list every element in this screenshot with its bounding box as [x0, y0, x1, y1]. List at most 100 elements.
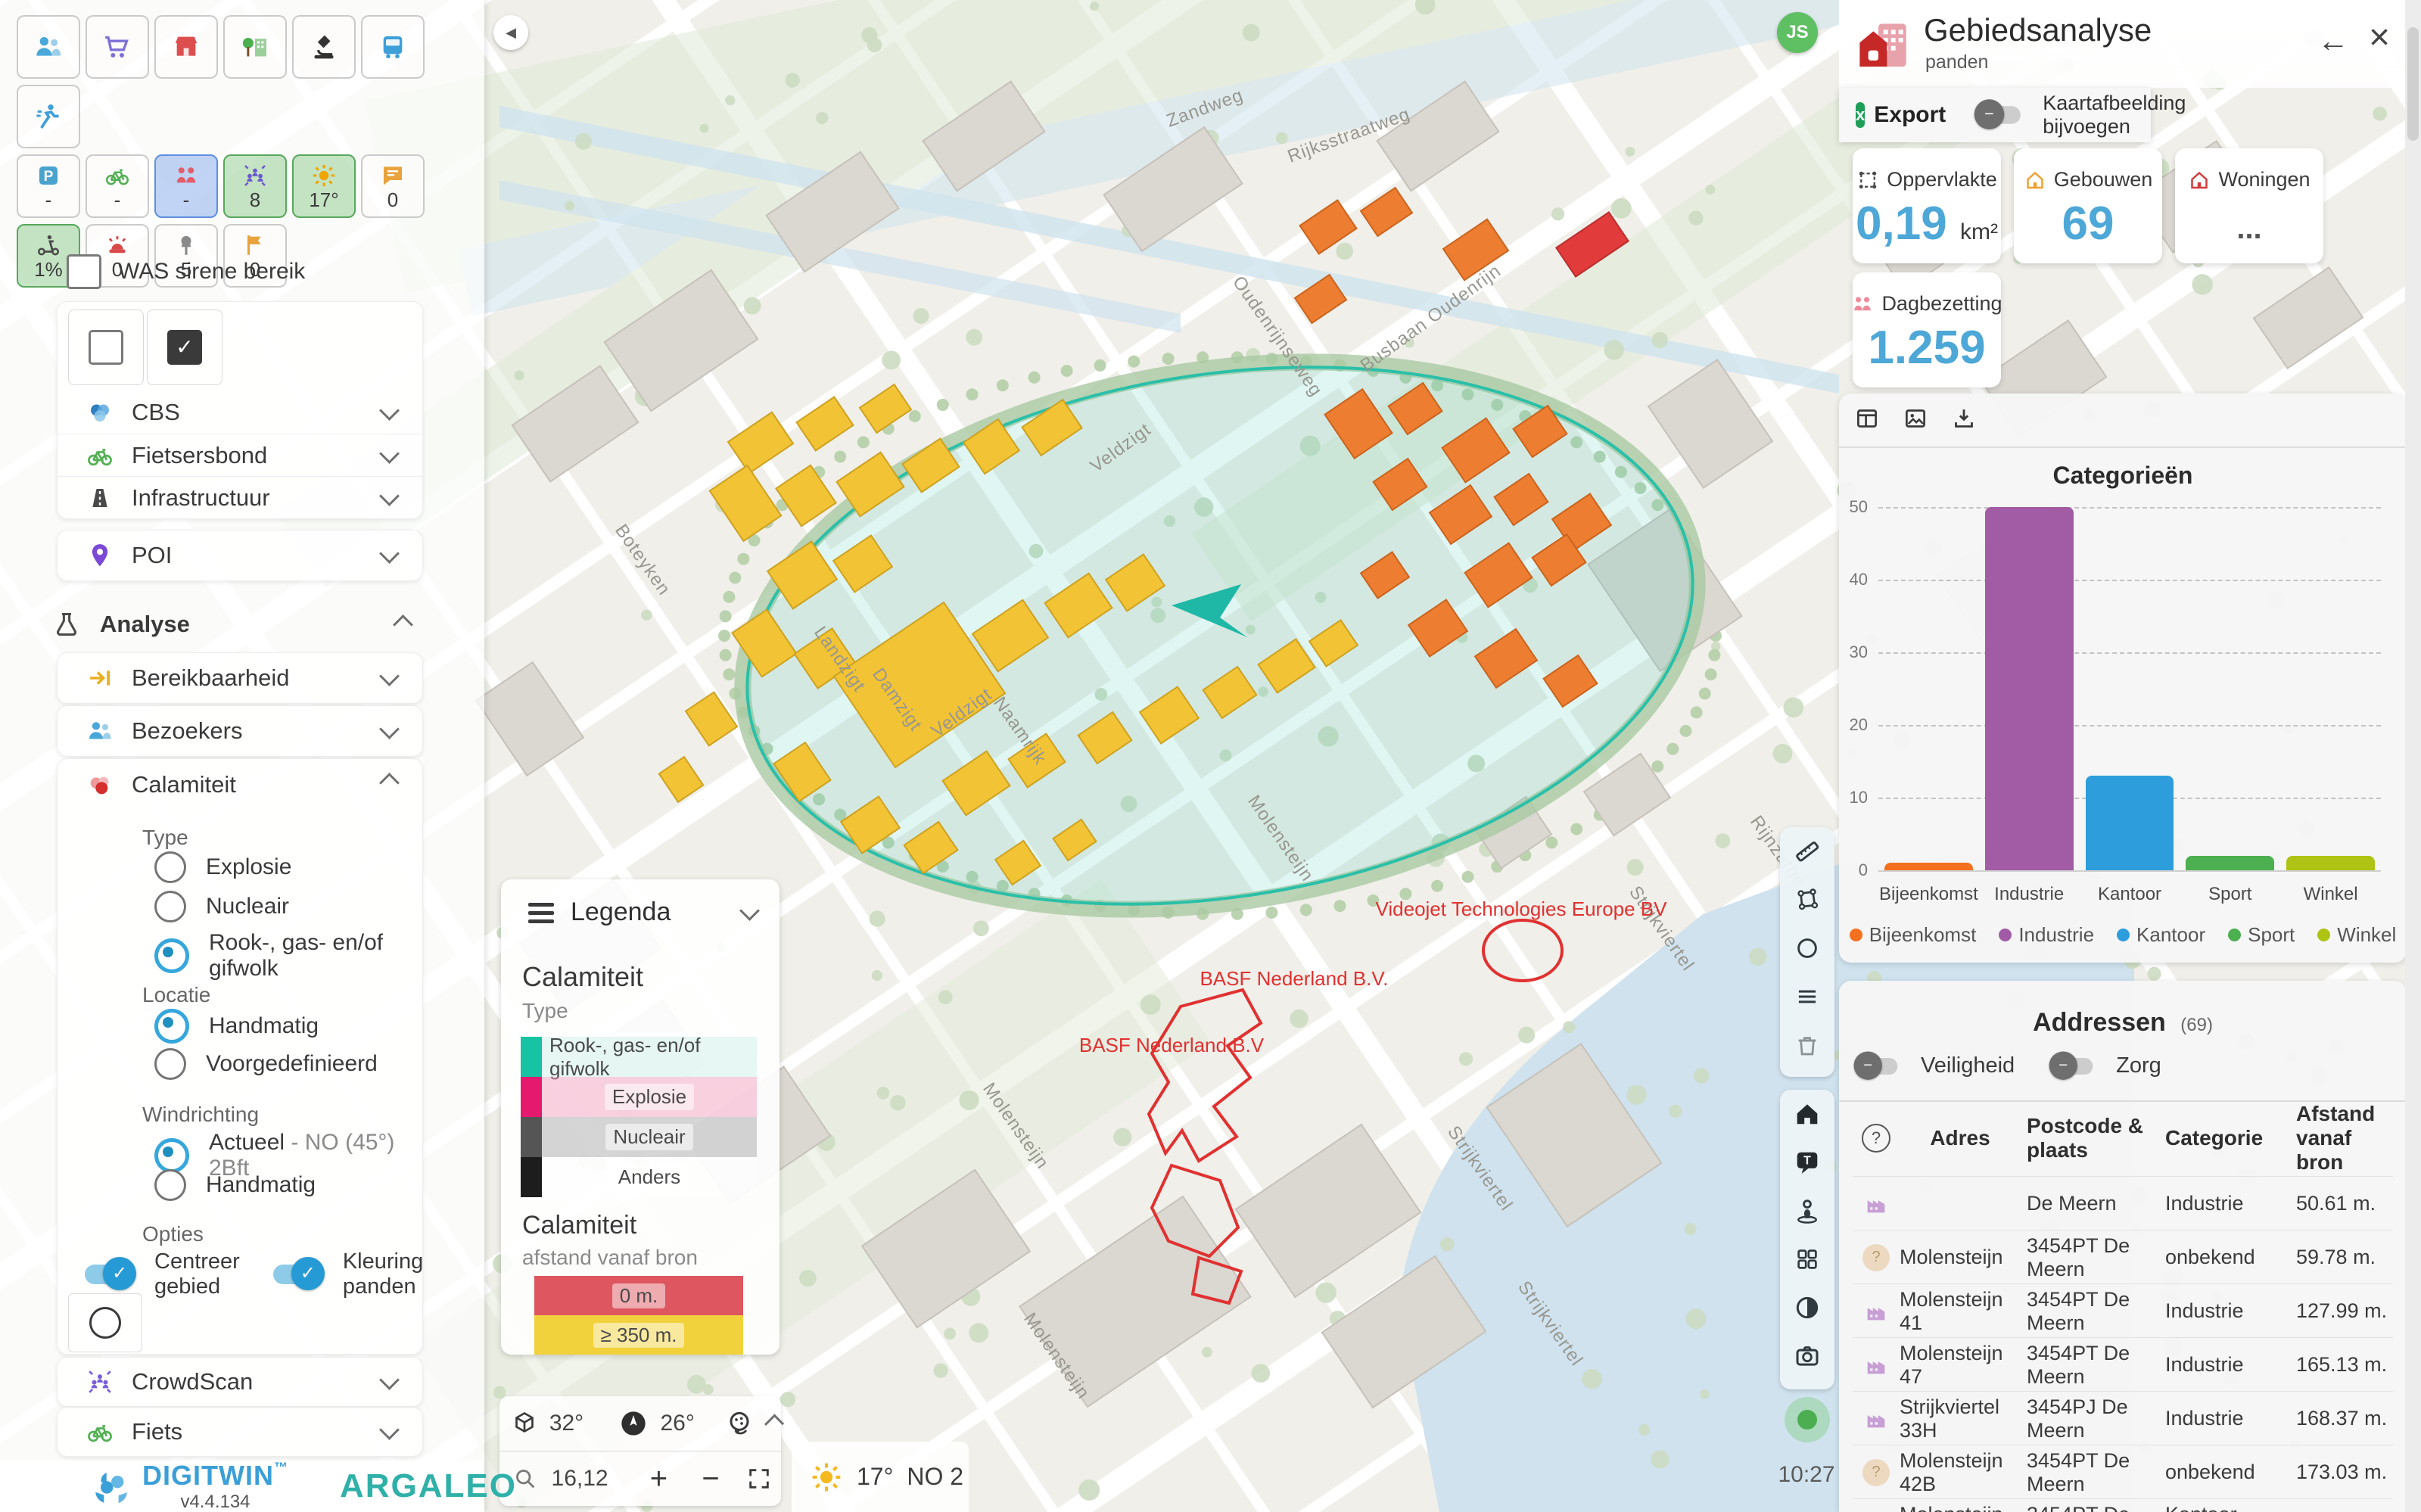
zoom-in-button[interactable]: + — [633, 1462, 685, 1496]
crowdscan-card[interactable]: CrowdScan — [57, 1357, 423, 1407]
radio-handmatig[interactable]: Handmatig — [154, 1169, 316, 1201]
radio-icon[interactable] — [154, 851, 186, 883]
extra-radio[interactable] — [89, 1307, 121, 1339]
chevron-down-icon[interactable] — [379, 543, 400, 564]
col-adres[interactable]: Adres — [1900, 1126, 2027, 1150]
polygon-select-icon[interactable] — [1780, 876, 1834, 924]
bar-industrie[interactable] — [1985, 507, 2074, 870]
weather-widget[interactable]: 17° NO 2 — [792, 1442, 969, 1512]
layer-cell-bike[interactable]: - — [86, 154, 149, 218]
chevron-down-icon[interactable] — [379, 1420, 400, 1440]
zoom-out-button[interactable]: − — [685, 1462, 737, 1496]
radio-icon[interactable] — [154, 1009, 189, 1044]
table-row[interactable]: ? Molensteijn 42B 3454PT De Meern onbeke… — [1853, 1445, 2393, 1499]
layer-cell-sun[interactable]: 17° — [292, 154, 356, 218]
legend-item-bijeenkomst[interactable]: Bijeenkomst — [1850, 923, 1977, 947]
street-view-icon[interactable] — [1780, 1187, 1834, 1235]
panel-scrollbar[interactable] — [2405, 0, 2421, 1512]
legend-item-sport[interactable]: Sport — [2228, 923, 2295, 947]
chevron-down-icon[interactable] — [379, 1370, 400, 1390]
layer-cell-bus[interactable] — [361, 15, 425, 79]
ruler-icon[interactable] — [1780, 827, 1834, 876]
radio-nucleair[interactable]: Nucleair — [154, 891, 289, 922]
chevron-down-icon[interactable] — [379, 719, 400, 739]
toggle-centreer-gebied[interactable]: Centreer gebied — [85, 1249, 240, 1299]
layer-cell-runner[interactable] — [17, 85, 80, 148]
radio-icon[interactable] — [154, 1169, 186, 1201]
table-row[interactable]: ? Molensteijn 3454PT De Meern onbekend 5… — [1853, 1230, 2393, 1284]
layer-cell-couple[interactable]: - — [154, 154, 218, 218]
toggle-switch[interactable] — [85, 1265, 132, 1284]
chevron-down-icon[interactable] — [379, 666, 400, 686]
sidebar-item-infrastructuur[interactable]: Infrastructuur — [58, 476, 422, 519]
apps-grid-icon[interactable] — [1780, 1235, 1834, 1283]
analyse-item-bezoekers[interactable]: Bezoekers — [57, 705, 423, 757]
contrast-icon[interactable] — [1780, 1283, 1834, 1332]
table-row[interactable]: Molensteijn 35 3454PT De Meern Kantoor, … — [1853, 1498, 2393, 1512]
analyse-header[interactable]: Analyse — [32, 602, 453, 646]
poi-card[interactable]: POI — [57, 530, 423, 581]
fiets-card[interactable]: Fiets — [57, 1407, 423, 1457]
table-row[interactable]: De Meern Industrie 50.61 m. — [1853, 1176, 2393, 1230]
chevron-down-icon[interactable] — [739, 901, 760, 921]
chevron-up-icon[interactable] — [379, 773, 400, 793]
sidebar-item-cbs[interactable]: CBS — [58, 391, 422, 434]
basemap-style-icon[interactable] — [717, 1408, 761, 1439]
location-button[interactable] — [1785, 1397, 1830, 1442]
col-categorie[interactable]: Categorie — [2165, 1126, 2296, 1150]
radio-icon[interactable] — [154, 1048, 186, 1080]
addresses-toggle-veiligheid[interactable]: Veiligheid — [1854, 1053, 2015, 1078]
layer-cell-cart[interactable] — [86, 15, 149, 79]
layer-cell-tree-building[interactable] — [223, 15, 287, 79]
layer-checkbox-on[interactable]: ✓ — [167, 330, 202, 365]
chevron-down-icon[interactable] — [379, 486, 400, 506]
chevron-down-icon[interactable] — [379, 443, 400, 464]
legend-item-kantoor[interactable]: Kantoor — [2117, 923, 2205, 947]
back-button[interactable]: ← — [2317, 23, 2349, 59]
layer-checkbox-off[interactable] — [89, 330, 123, 365]
toggle-switch[interactable] — [2053, 1057, 2093, 1074]
home-icon[interactable] — [1780, 1090, 1834, 1138]
chevron-up-icon[interactable] — [393, 614, 413, 635]
fullscreen-icon[interactable] — [736, 1466, 781, 1492]
download-icon[interactable] — [1951, 406, 1977, 431]
analyse-item-bereikbaarheid[interactable]: Bereikbaarheid — [57, 652, 423, 704]
camera-icon[interactable] — [1780, 1332, 1834, 1380]
circle-select-icon[interactable] — [1780, 924, 1834, 972]
radio-icon[interactable] — [154, 938, 189, 973]
close-button[interactable]: × — [2369, 17, 2390, 58]
attach-map-toggle[interactable] — [1978, 106, 2021, 123]
compass-icon[interactable] — [606, 1408, 660, 1439]
bar-bijeenkomst[interactable] — [1884, 863, 1973, 870]
col-afstand[interactable]: Afstand vanaf bron — [2296, 1102, 2402, 1174]
table-row[interactable]: Strijkviertel 33H 3454PJ De Meern Indust… — [1853, 1391, 2393, 1445]
col-postcode[interactable]: Postcode & plaats — [2027, 1114, 2165, 1162]
menu-icon[interactable] — [1780, 972, 1834, 1021]
radio-explosie[interactable]: Explosie — [154, 851, 291, 883]
was-sirene-row[interactable]: WAS sirene bereik — [67, 254, 305, 289]
radio-handmatig[interactable]: Handmatig — [154, 1009, 319, 1044]
image-view-icon[interactable] — [1903, 406, 1928, 431]
layer-cell-crowd[interactable]: 8 — [223, 154, 287, 218]
radio-voorgedefinieerd[interactable]: Voorgedefinieerd — [154, 1048, 378, 1080]
layer-cell-people[interactable] — [17, 15, 80, 79]
toggle-kleuring-panden[interactable]: Kleuring panden — [273, 1249, 423, 1299]
chevron-down-icon[interactable] — [379, 400, 400, 421]
layer-cell-microscope[interactable] — [292, 15, 356, 79]
layer-cell-parking[interactable]: P- — [17, 154, 80, 218]
sidebar-collapse-button[interactable]: ◀ — [493, 15, 528, 50]
layer-cell-shop[interactable] — [154, 15, 218, 79]
radio-icon[interactable] — [154, 1138, 189, 1173]
calamiteit-header[interactable]: Calamiteit — [58, 759, 422, 810]
bar-kantoor[interactable] — [2086, 776, 2174, 870]
addresses-toggle-zorg[interactable]: Zorg — [2049, 1053, 2161, 1078]
avatar[interactable]: JS — [1777, 12, 1818, 53]
layer-cell-chat[interactable]: 0 — [361, 154, 425, 218]
legend-item-winkel[interactable]: Winkel — [2317, 923, 2396, 947]
table-row[interactable]: Molensteijn 47 3454PT De Meern Industrie… — [1853, 1337, 2393, 1392]
bar-winkel[interactable] — [2286, 856, 2375, 870]
cube-3d-icon[interactable] — [499, 1410, 549, 1437]
table-row[interactable]: Molensteijn 41 3454PT De Meern Industrie… — [1853, 1283, 2393, 1338]
radio-icon[interactable] — [154, 891, 186, 922]
toggle-switch[interactable] — [1858, 1057, 1898, 1074]
